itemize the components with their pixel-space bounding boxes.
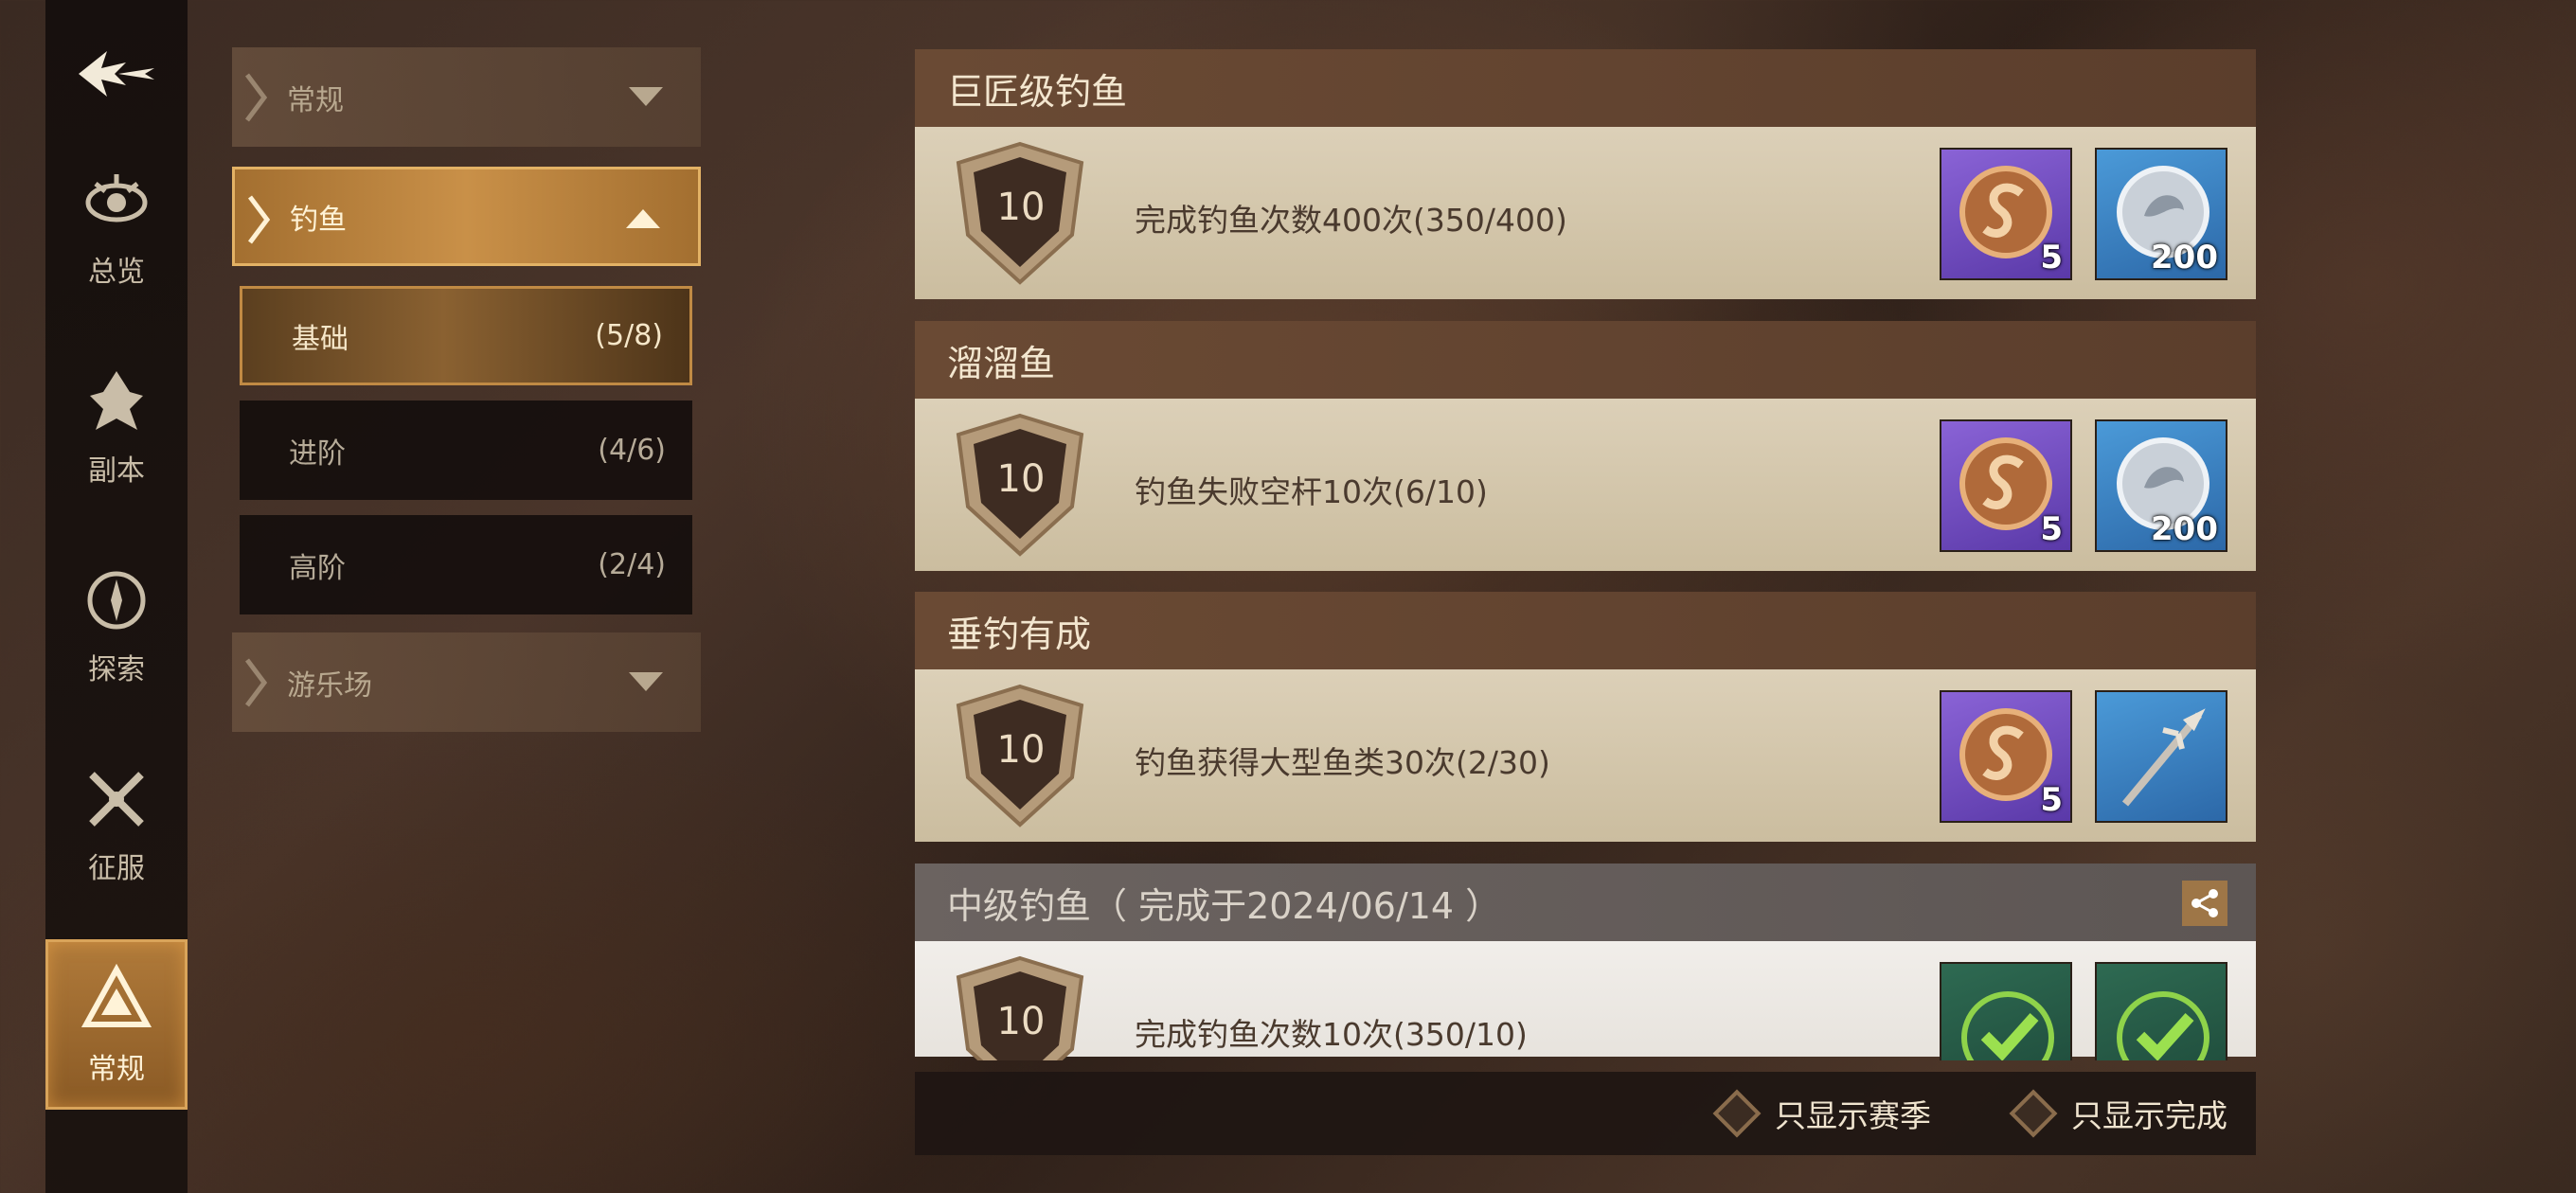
reward-slot[interactable]: [2095, 690, 2227, 823]
share-icon: [2191, 889, 2218, 917]
reward-slot[interactable]: 200: [2095, 148, 2227, 280]
back-arrow-icon: [79, 51, 154, 97]
subcategory-expert[interactable]: 高阶 (2/4): [240, 515, 692, 614]
checkbox-diamond-icon[interactable]: [2009, 1089, 2058, 1138]
level-number: 10: [996, 186, 1046, 229]
achievement-item: 巨匠级钓鱼 10 完成钓鱼次数400次(350/400) 5 200: [915, 49, 2256, 299]
subcategory-advanced[interactable]: 进阶 (4/6): [240, 401, 692, 500]
chevron-down-icon: [629, 87, 663, 106]
reward-quantity: 200: [2151, 239, 2218, 276]
achievement-description: 钓鱼失败空杆10次(6/10): [1135, 473, 1488, 510]
achievement-list[interactable]: 巨匠级钓鱼 10 完成钓鱼次数400次(350/400) 5 200 溜溜鱼 1…: [915, 49, 2256, 1060]
rail-item-label: 总览: [88, 256, 145, 289]
notch-icon: [245, 658, 268, 707]
achievement-title: 中级钓鱼（ 完成于2024/06/14 ）: [915, 864, 2256, 941]
chevron-up-icon: [626, 209, 660, 228]
reward-quantity: 5: [2040, 510, 2063, 548]
rail-item-general[interactable]: 常规: [45, 939, 188, 1110]
back-button[interactable]: [64, 34, 169, 114]
reward-slot-claimed: [1940, 962, 2072, 1060]
flame-emblem-icon: [79, 364, 154, 439]
checkmark-icon: [2117, 991, 2209, 1060]
compass-icon: [79, 562, 154, 638]
category-label: 游乐场: [287, 668, 372, 703]
reward-slot[interactable]: 5: [1940, 419, 2072, 552]
achievement-item-completed: 中级钓鱼（ 完成于2024/06/14 ） 10 完成钓鱼次数10次(350/1…: [915, 864, 2256, 1060]
achievement-card: 10 钓鱼获得大型鱼类30次(2/30) 5: [915, 669, 2256, 842]
filter-bar: 只显示赛季 只显示完成: [915, 1072, 2256, 1155]
reward-slot[interactable]: 5: [1940, 148, 2072, 280]
subcategory-basic[interactable]: 基础 (5/8): [240, 286, 692, 385]
reward-slot-claimed: [2095, 962, 2227, 1060]
category-general[interactable]: 常规: [232, 47, 701, 147]
rail-item-conquer[interactable]: 征服: [45, 739, 188, 909]
subcategory-count: (4/6): [598, 434, 666, 467]
achievement-description: 完成钓鱼次数10次(350/10): [1135, 1016, 1528, 1053]
rail-item-overview[interactable]: 总览: [45, 142, 188, 312]
filter-label: 只显示赛季: [1775, 1097, 1931, 1134]
level-number: 10: [996, 728, 1046, 772]
achievement-card: 10 完成钓鱼次数10次(350/10): [915, 941, 2256, 1060]
achievement-card: 10 钓鱼失败空杆10次(6/10) 5 200: [915, 399, 2256, 571]
eye-icon: [79, 165, 154, 240]
reward-slot[interactable]: 200: [2095, 419, 2227, 552]
crossed-swords-icon: [79, 761, 154, 837]
checkmark-icon: [1961, 991, 2054, 1060]
filter-label: 只显示完成: [2071, 1097, 2227, 1134]
reward-slot[interactable]: 5: [1940, 690, 2072, 823]
subcategory-label: 基础: [292, 322, 349, 356]
rail-item-explore[interactable]: 探索: [45, 540, 188, 710]
filter-season-only[interactable]: 只显示赛季: [1712, 1089, 1931, 1138]
subcategory-label: 进阶: [289, 436, 346, 471]
achievement-description: 完成钓鱼次数400次(350/400): [1135, 202, 1567, 239]
achievement-title: 溜溜鱼: [915, 321, 2256, 399]
subcategory-count: (2/4): [598, 548, 666, 581]
achievement-card: 10 完成钓鱼次数400次(350/400) 5 200: [915, 127, 2256, 299]
achievement-title: 巨匠级钓鱼: [915, 49, 2256, 127]
category-fishing[interactable]: 钓鱼: [232, 167, 701, 266]
notch-icon: [245, 73, 268, 122]
level-number: 10: [996, 457, 1046, 501]
reward-quantity: 5: [2040, 781, 2063, 819]
rail-item-dungeon[interactable]: 副本: [45, 341, 188, 511]
category-label: 常规: [287, 83, 344, 117]
category-playground[interactable]: 游乐场: [232, 632, 701, 732]
triangle-emblem-icon: [79, 962, 154, 1038]
reward-quantity: 200: [2151, 510, 2218, 548]
checkbox-diamond-icon[interactable]: [1712, 1089, 1762, 1138]
achievement-title: 垂钓有成: [915, 592, 2256, 669]
filter-completed-only[interactable]: 只显示完成: [2009, 1089, 2227, 1138]
achievement-item: 垂钓有成 10 钓鱼获得大型鱼类30次(2/30) 5: [915, 592, 2256, 842]
rail-item-label: 征服: [88, 852, 145, 885]
rail-item-label: 探索: [88, 653, 145, 686]
rail-item-label: 副本: [88, 454, 145, 488]
rail-item-label: 常规: [88, 1053, 145, 1086]
harpoon-icon: [2121, 708, 2206, 807]
category-label: 钓鱼: [290, 203, 347, 237]
share-button[interactable]: [2182, 881, 2227, 926]
subcategory-count: (5/8): [595, 319, 663, 352]
side-rail: 总览 副本 探索 征服 常规: [45, 0, 188, 1193]
chevron-down-icon: [629, 672, 663, 691]
achievement-description: 钓鱼获得大型鱼类30次(2/30): [1135, 744, 1550, 781]
level-number: 10: [996, 1000, 1046, 1043]
achievement-item: 溜溜鱼 10 钓鱼失败空杆10次(6/10) 5 200: [915, 321, 2256, 571]
subcategory-label: 高阶: [289, 551, 346, 585]
reward-quantity: 5: [2040, 239, 2063, 276]
notch-icon: [248, 195, 271, 244]
